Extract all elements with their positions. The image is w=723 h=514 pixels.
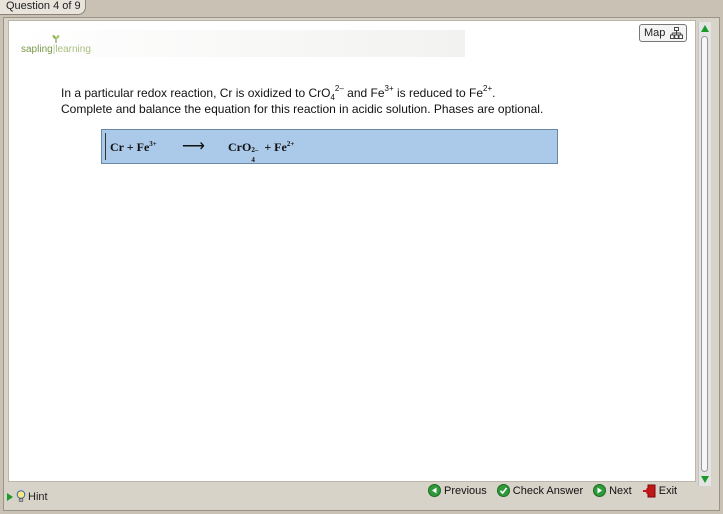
map-button[interactable]: Map — [639, 24, 687, 42]
logo-learning-text: learning — [55, 44, 91, 55]
next-arrow-icon — [593, 484, 607, 497]
sapling-learning-logo: sapling|learning — [21, 44, 91, 55]
hint-button[interactable]: Hint — [6, 490, 48, 503]
logo-sapling-text: sapling — [21, 44, 53, 55]
vertical-scrollbar[interactable] — [698, 22, 711, 486]
scroll-up-arrow-icon[interactable] — [700, 24, 710, 34]
equation-editor[interactable]: Cr + Fe3+ ⟶ CrO 2– 4 + Fe2+ — [101, 129, 558, 164]
question-content-panel: sapling|learning In a particular redox r… — [8, 20, 696, 482]
logo-bar: sapling|learning — [19, 30, 465, 57]
problem-line-2: Complete and balance the equation for th… — [61, 102, 544, 116]
question-counter-tab: Question 4 of 9 — [0, 0, 86, 15]
exit-button[interactable]: Exit — [642, 484, 677, 498]
exit-door-icon — [642, 484, 656, 497]
sitemap-icon — [670, 27, 683, 39]
previous-arrow-icon — [428, 484, 441, 497]
checkmark-icon — [496, 484, 510, 497]
problem-statement: In a particular redox reaction, Cr is ox… — [61, 85, 621, 117]
sapling-leaf-icon — [52, 35, 60, 43]
equation-products[interactable]: CrO 2– 4 + Fe2+ — [228, 140, 294, 164]
question-counter-label: Question 4 of 9 — [6, 0, 81, 12]
play-triangle-icon — [7, 492, 13, 501]
previous-button[interactable]: Previous — [428, 484, 487, 497]
next-button[interactable]: Next — [593, 484, 632, 497]
text-cursor — [105, 133, 106, 160]
reaction-arrow: ⟶ — [182, 138, 205, 155]
scroll-down-arrow-icon[interactable] — [700, 474, 710, 484]
problem-line-1: In a particular redox reaction, Cr is ox… — [61, 84, 496, 102]
equation-reactants[interactable]: Cr + Fe3+ — [110, 140, 157, 155]
navigation-bar: Previous Check Answer Next Exit — [428, 482, 677, 499]
check-answer-button[interactable]: Check Answer — [496, 484, 583, 497]
lightbulb-icon — [16, 490, 26, 502]
scrollbar-thumb[interactable] — [701, 36, 708, 472]
